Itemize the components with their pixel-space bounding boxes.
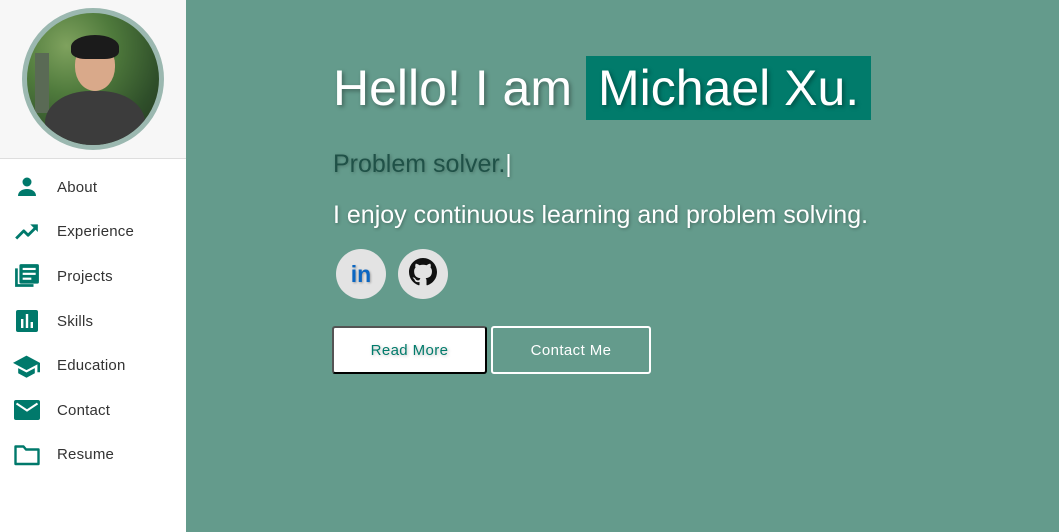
sidebar-item-resume[interactable]: Resume <box>0 433 186 478</box>
profile-section <box>0 0 186 159</box>
hero-section: Hello! I am Michael Xu. Problem solver.|… <box>186 0 1059 532</box>
linkedin-link[interactable]: in <box>336 249 386 299</box>
avatar <box>22 8 164 150</box>
mail-icon <box>13 397 40 424</box>
github-link[interactable] <box>398 249 448 299</box>
sidebar-item-label: Experience <box>57 223 135 241</box>
folder-icon <box>13 441 40 468</box>
sidebar-item-label: About <box>57 178 98 196</box>
person-icon <box>13 174 40 201</box>
sidebar-item-education[interactable]: Education <box>0 343 186 388</box>
sidebar-item-projects[interactable]: Projects <box>0 254 186 299</box>
sidebar-item-label: Education <box>57 357 126 375</box>
sidebar-item-label: Contact <box>57 401 111 419</box>
typed-subtitle: Problem solver.| <box>333 150 512 179</box>
github-icon <box>409 257 437 291</box>
graduation-cap-icon <box>13 352 40 379</box>
read-more-button[interactable]: Read More <box>332 326 487 374</box>
social-links: in <box>336 249 448 299</box>
hero-greeting: Hello! I am <box>333 60 572 116</box>
sidebar-nav: About Experience Projects Skills Educati… <box>0 159 186 477</box>
sidebar-item-label: Resume <box>57 446 115 464</box>
hero-headline: Hello! I am Michael Xu. <box>333 56 872 120</box>
typing-cursor: | <box>505 150 512 178</box>
sidebar-item-contact[interactable]: Contact <box>0 388 186 433</box>
trending-up-icon <box>13 218 40 245</box>
sidebar-item-label: Skills <box>57 312 94 330</box>
sidebar-item-experience[interactable]: Experience <box>0 210 186 255</box>
library-books-icon <box>13 263 40 290</box>
contact-me-button[interactable]: Contact Me <box>491 326 651 374</box>
hero-name: Michael Xu. <box>585 56 872 120</box>
bar-chart-icon <box>13 308 40 335</box>
sidebar-item-about[interactable]: About <box>0 165 186 210</box>
sidebar: About Experience Projects Skills Educati… <box>0 0 186 532</box>
sidebar-item-label: Projects <box>57 267 113 285</box>
typed-text: Problem solver. <box>333 150 506 178</box>
hero-tagline: I enjoy continuous learning and problem … <box>333 201 869 229</box>
sidebar-item-skills[interactable]: Skills <box>0 299 186 344</box>
linkedin-icon: in <box>350 260 372 287</box>
